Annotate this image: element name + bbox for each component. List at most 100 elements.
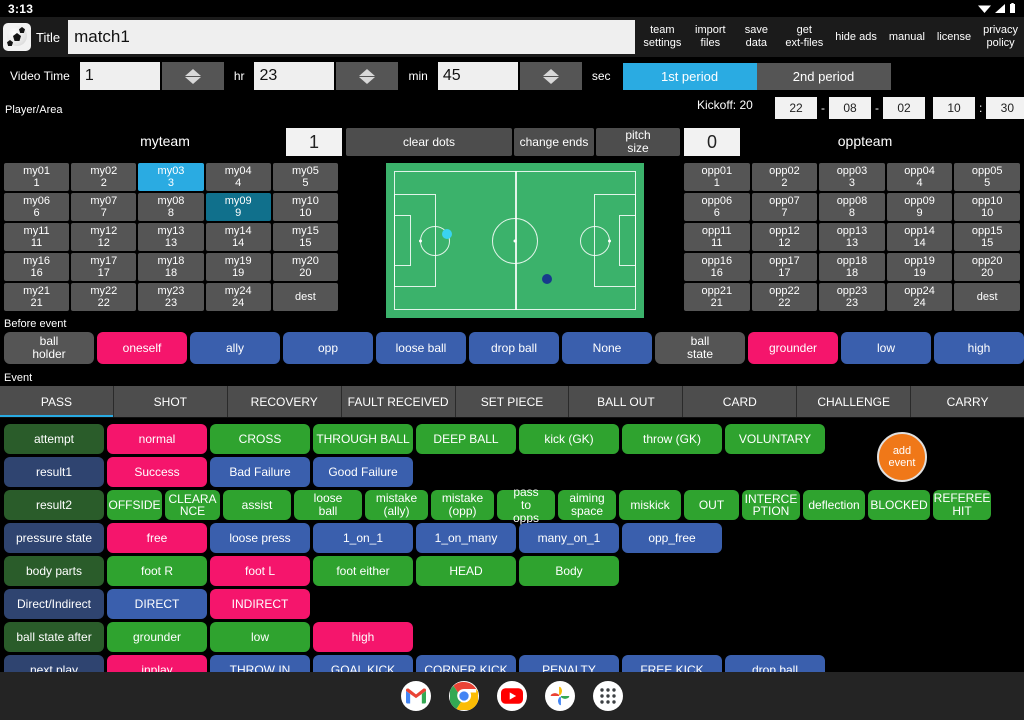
player-button-opp15[interactable]: opp15 15 <box>954 223 1020 251</box>
player-button-my15[interactable]: my15 15 <box>272 223 338 251</box>
event-option-mistake-ally-[interactable]: mistake (ally) <box>365 490 428 520</box>
event-option-through-ball[interactable]: THROUGH BALL <box>313 424 413 454</box>
video-time-hours-stepper[interactable] <box>161 62 224 90</box>
pitch-canvas[interactable] <box>386 163 644 318</box>
player-button-opp08[interactable]: opp08 8 <box>819 193 885 221</box>
video-time-seconds-input[interactable] <box>437 62 518 90</box>
player-button-my24[interactable]: my24 24 <box>205 283 271 311</box>
kickoff-minute-input[interactable]: 30 <box>986 97 1024 119</box>
player-button-my22[interactable]: my22 22 <box>71 283 137 311</box>
event-option-voluntary[interactable]: VOLUNTARY <box>725 424 825 454</box>
event-option-normal[interactable]: normal <box>107 424 207 454</box>
event-option-success[interactable]: Success <box>107 457 207 487</box>
before-ballstate-grounder[interactable]: grounder <box>748 332 838 364</box>
pitch-size-button[interactable]: pitch size <box>596 128 680 156</box>
player-button-opp12[interactable]: opp12 12 <box>751 223 818 251</box>
ball-state-label[interactable]: ball state <box>655 332 745 364</box>
event-option-indirect[interactable]: INDIRECT <box>210 589 310 619</box>
tab-set-piece[interactable]: SET PIECE <box>456 386 570 417</box>
player-button-opp20[interactable]: opp20 20 <box>954 253 1020 281</box>
event-option-head[interactable]: HEAD <box>416 556 516 586</box>
player-button-my07[interactable]: my07 7 <box>71 193 137 221</box>
event-option-offside[interactable]: OFFSIDE <box>107 490 162 520</box>
kickoff-year-input[interactable]: 22 <box>775 97 817 119</box>
event-option-opp-free[interactable]: opp_free <box>622 523 722 553</box>
player-button-opp24[interactable]: opp24 24 <box>886 283 953 311</box>
before-ballholder-loose-ball[interactable]: loose ball <box>376 332 466 364</box>
player-button-my02[interactable]: my02 2 <box>71 163 137 191</box>
player-button-opp16[interactable]: opp16 16 <box>684 253 750 281</box>
player-button-opp01[interactable]: opp01 1 <box>684 163 750 191</box>
my-team-score[interactable]: 1 <box>286 128 342 156</box>
tab-pass[interactable]: PASS <box>0 386 114 417</box>
change-ends-button[interactable]: change ends <box>514 128 594 156</box>
get-ext-files-button[interactable]: get ext-files <box>779 17 830 57</box>
player-button-opp21[interactable]: opp21 21 <box>684 283 750 311</box>
player-button-opp19[interactable]: opp19 19 <box>886 253 953 281</box>
player-button-opp18[interactable]: opp18 18 <box>819 253 885 281</box>
save-data-button[interactable]: save data <box>733 17 780 57</box>
player-button-opp14[interactable]: opp14 14 <box>886 223 953 251</box>
player-button-my01[interactable]: my01 1 <box>4 163 70 191</box>
event-option-1-on-many[interactable]: 1_on_many <box>416 523 516 553</box>
event-option-free[interactable]: free <box>107 523 207 553</box>
before-ballholder-none[interactable]: None <box>562 332 652 364</box>
hide-ads-button[interactable]: hide ads <box>829 17 883 57</box>
player-button-opp22[interactable]: opp22 22 <box>751 283 818 311</box>
import-files-button[interactable]: import files <box>687 17 734 57</box>
event-option-high[interactable]: high <box>313 622 413 652</box>
event-option-low[interactable]: low <box>210 622 310 652</box>
google-photos-icon[interactable] <box>545 681 575 711</box>
before-ballholder-ally[interactable]: ally <box>190 332 280 364</box>
player-button-opp17[interactable]: opp17 17 <box>751 253 818 281</box>
app-drawer-icon[interactable] <box>593 681 623 711</box>
event-option-cross[interactable]: CROSS <box>210 424 310 454</box>
team-settings-button[interactable]: team settings <box>637 17 688 57</box>
player-button-opp23[interactable]: opp23 23 <box>819 283 885 311</box>
event-option-referee-hit[interactable]: REFEREE HIT <box>933 490 991 520</box>
player-button-opp02[interactable]: opp02 2 <box>751 163 818 191</box>
player-button-my11[interactable]: my11 11 <box>4 223 70 251</box>
event-option-1-on-1[interactable]: 1_on_1 <box>313 523 413 553</box>
event-option-throw-gk-[interactable]: throw (GK) <box>622 424 722 454</box>
event-option-deep-ball[interactable]: DEEP BALL <box>416 424 516 454</box>
event-option-foot-r[interactable]: foot R <box>107 556 207 586</box>
event-option-grounder[interactable]: grounder <box>107 622 207 652</box>
video-time-seconds-stepper[interactable] <box>519 62 582 90</box>
player-button-my13[interactable]: my13 13 <box>138 223 204 251</box>
player-button-my21[interactable]: my21 21 <box>4 283 70 311</box>
tab-fault-received[interactable]: FAULT RECEIVED <box>342 386 456 417</box>
event-option-loose-press[interactable]: loose press <box>210 523 310 553</box>
player-button-my10[interactable]: my10 10 <box>272 193 338 221</box>
event-option-foot-either[interactable]: foot either <box>313 556 413 586</box>
clear-dots-button[interactable]: clear dots <box>346 128 512 156</box>
tab-first-period[interactable]: 1st period <box>622 62 757 90</box>
event-option-miskick[interactable]: miskick <box>619 490 681 520</box>
event-option-many-on-1[interactable]: many_on_1 <box>519 523 619 553</box>
player-button-opp11[interactable]: opp11 11 <box>684 223 750 251</box>
video-time-minutes-stepper[interactable] <box>336 62 399 90</box>
before-ballholder-drop-ball[interactable]: drop ball <box>469 332 559 364</box>
player-button-dest[interactable]: dest <box>954 283 1020 311</box>
player-button-my09[interactable]: my09 9 <box>205 193 271 221</box>
match-title-input[interactable] <box>68 20 636 54</box>
tab-card[interactable]: CARD <box>683 386 798 417</box>
event-option-aiming-space[interactable]: aiming space <box>558 490 616 520</box>
youtube-icon[interactable] <box>497 681 527 711</box>
player-button-my14[interactable]: my14 14 <box>205 223 271 251</box>
player-button-my03[interactable]: my03 3 <box>138 163 204 191</box>
player-button-opp06[interactable]: opp06 6 <box>684 193 750 221</box>
player-button-opp03[interactable]: opp03 3 <box>819 163 885 191</box>
kickoff-hour-input[interactable]: 10 <box>933 97 975 119</box>
chrome-icon[interactable] <box>449 681 479 711</box>
tab-shot[interactable]: SHOT <box>114 386 228 417</box>
player-button-my20[interactable]: my20 20 <box>272 253 338 281</box>
event-option-out[interactable]: OUT <box>684 490 739 520</box>
tab-second-period[interactable]: 2nd period <box>756 62 891 90</box>
before-ballstate-high[interactable]: high <box>934 332 1024 364</box>
player-button-my17[interactable]: my17 17 <box>71 253 137 281</box>
player-button-my12[interactable]: my12 12 <box>71 223 137 251</box>
event-option-good-failure[interactable]: Good Failure <box>313 457 413 487</box>
player-button-my18[interactable]: my18 18 <box>138 253 204 281</box>
event-option-deflection[interactable]: deflection <box>803 490 865 520</box>
